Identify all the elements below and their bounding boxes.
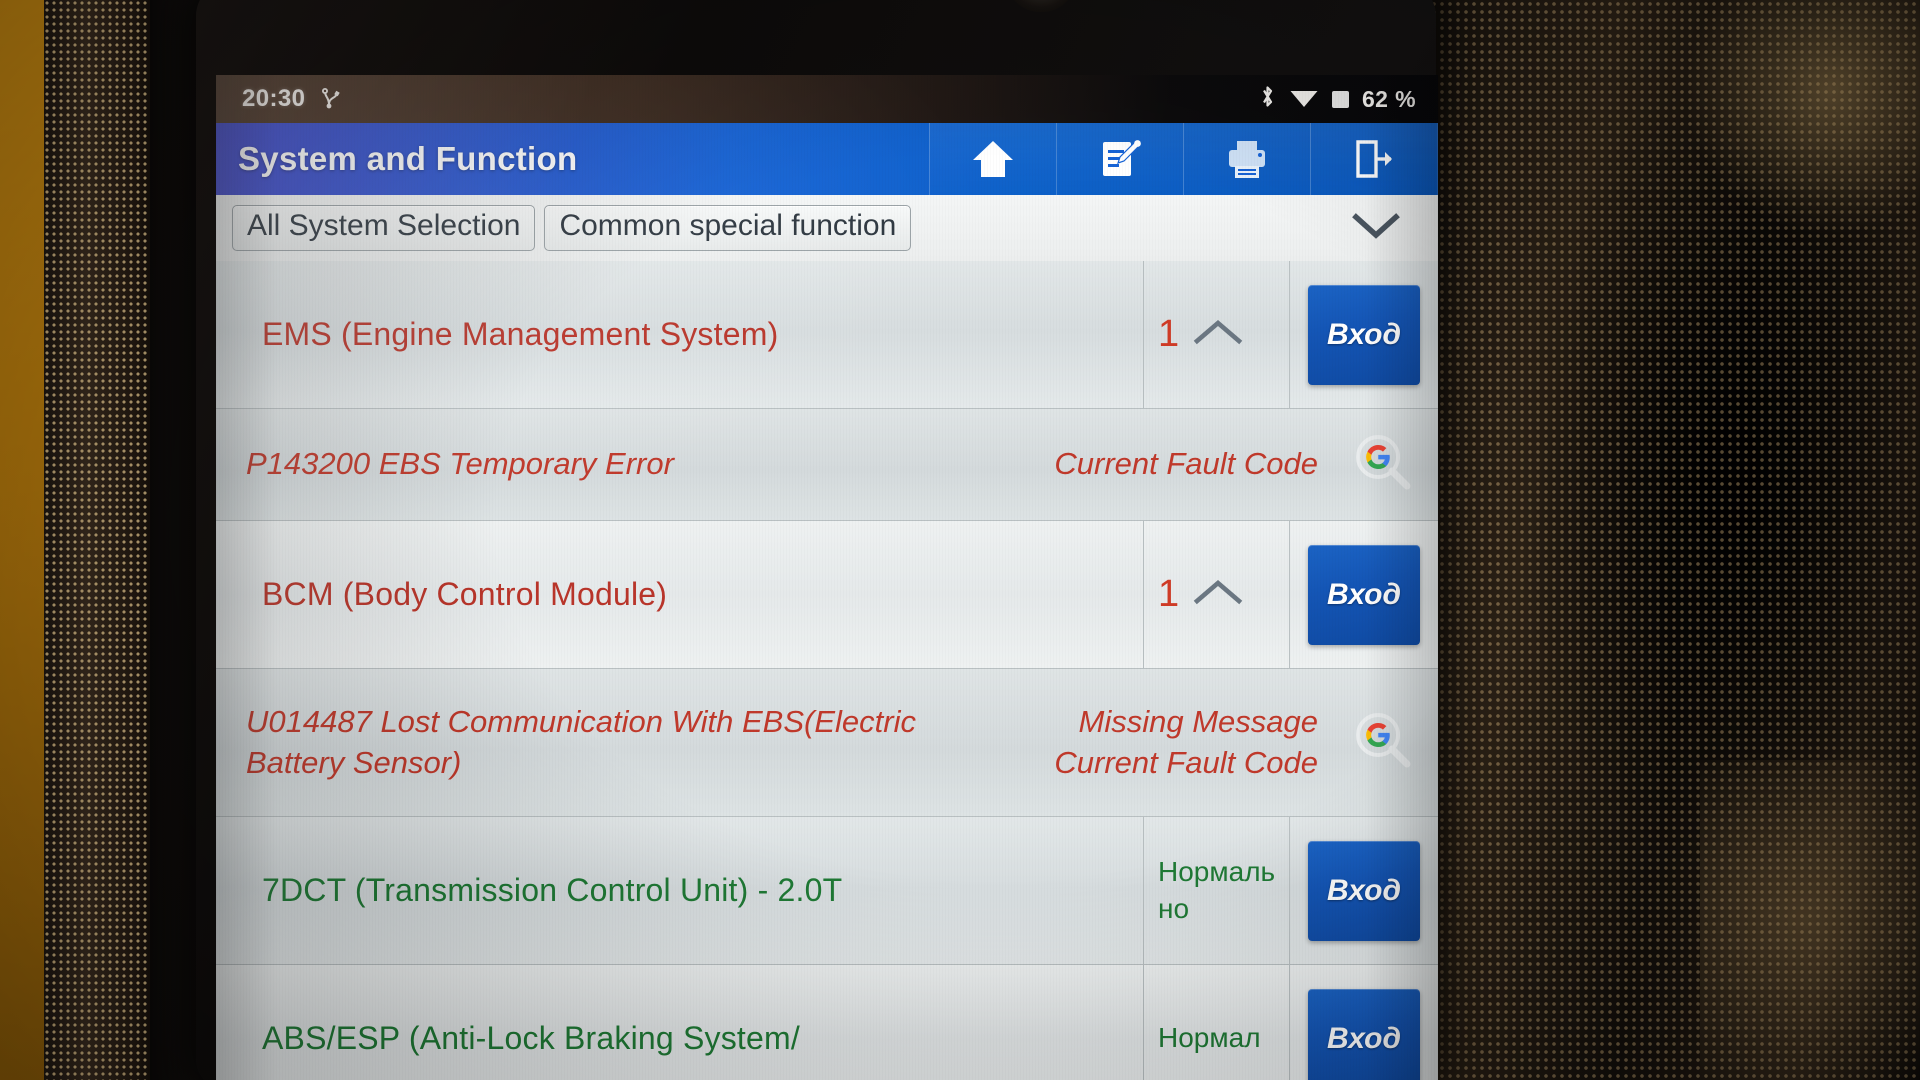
dtc-status-cell: Current Fault Code [976,409,1326,520]
table-row[interactable]: BCM (Body Control Module) 1 Вход [216,521,1438,669]
dtc-status-text: Current Fault Code [1054,446,1318,482]
status-bar-clock: 20:30 [242,85,306,112]
system-status-text: Нормально [1158,855,1276,924]
enter-button[interactable]: Вход [1308,988,1420,1080]
battery-percent-label: 62 % [1361,85,1416,112]
bluetooth-icon [1259,84,1276,114]
dtc-status-cell: Missing Message Current Fault Code [976,669,1326,816]
device-camera-notch [1006,0,1076,12]
dtc-status-line-1: Missing Message [1078,703,1318,739]
chevron-up-icon[interactable] [1191,575,1245,614]
chevron-down-icon [1350,209,1402,248]
google-search-icon [1349,429,1415,500]
dtc-code-text: P143200 EBS Temporary Error [246,446,674,482]
dtc-code-cell: P143200 EBS Temporary Error [216,409,976,520]
dtc-status-text: Missing Message Current Fault Code [1054,702,1318,784]
enter-button[interactable]: Вход [1308,284,1420,385]
system-name: ABS/ESP (Anti-Lock Braking System/ [262,1020,800,1056]
title-bar-spacer [577,123,929,195]
app-title-bar: System and Function [216,123,1438,195]
dtc-status-line-2: Current Fault Code [1054,744,1318,780]
system-action-cell: Вход [1290,261,1438,408]
dtc-code-text: U014487 Lost Communication With EBS(Elec… [246,703,916,780]
system-name: 7DCT (Transmission Control Unit) - 2.0T [262,872,843,908]
chevron-up-icon[interactable] [1191,315,1245,354]
exit-button[interactable] [1310,123,1438,195]
fault-count: 1 [1158,573,1180,615]
status-bar-indicators: 62 % [1259,84,1416,114]
dtc-search-button[interactable] [1326,669,1438,816]
table-row[interactable]: U014487 Lost Communication With EBS(Elec… [216,669,1438,817]
system-status-cell: Нормально [1144,817,1290,964]
system-name-cell: EMS (Engine Management System) [216,261,1144,408]
android-status-bar: 20:30 62 % [216,75,1438,123]
report-edit-icon [1097,136,1143,182]
home-icon [970,137,1016,181]
system-status-text: Нормал [1158,1022,1261,1054]
enter-button[interactable]: Вход [1308,544,1420,645]
tablet-screen: 20:30 62 % System and Function All Syste… [216,75,1438,1080]
tab-common-special-function[interactable]: Common special function [544,205,912,251]
system-name: EMS (Engine Management System) [262,316,779,352]
report-button[interactable] [1056,123,1183,195]
wifi-icon [1289,85,1319,114]
dtc-code-cell: U014487 Lost Communication With EBS(Elec… [216,669,976,816]
usb-icon [321,85,343,114]
function-tab-bar: All System Selection Common special func… [216,195,1438,261]
system-action-cell: Вход [1290,817,1438,964]
system-status-cell[interactable]: 1 [1144,261,1290,408]
tabs-dropdown-button[interactable] [1350,209,1402,248]
dtc-search-button[interactable] [1326,409,1438,520]
home-button[interactable] [929,123,1056,195]
system-action-cell: Вход [1290,521,1438,668]
tab-all-system-selection[interactable]: All System Selection [232,205,536,251]
battery-icon [1331,90,1349,108]
photo-scene: 20:30 62 % System and Function All Syste… [0,0,1920,1080]
exit-door-icon [1352,137,1396,181]
google-search-icon [1349,707,1415,778]
table-row[interactable]: EMS (Engine Management System) 1 Вход [216,261,1438,409]
print-button[interactable] [1183,123,1310,195]
table-row[interactable]: 7DCT (Transmission Control Unit) - 2.0T … [216,817,1438,965]
printer-icon [1224,137,1270,181]
system-status-cell[interactable]: 1 [1144,521,1290,668]
system-name: BCM (Body Control Module) [262,576,668,612]
system-name-cell: BCM (Body Control Module) [216,521,1144,668]
system-name-cell: 7DCT (Transmission Control Unit) - 2.0T [216,817,1144,964]
system-list: EMS (Engine Management System) 1 Вход P1… [216,261,1438,1080]
enter-button[interactable]: Вход [1308,840,1420,941]
table-row[interactable]: ABS/ESP (Anti-Lock Braking System/ Норма… [216,965,1438,1080]
background-mesh-left [44,0,164,1080]
system-name-cell: ABS/ESP (Anti-Lock Braking System/ [216,965,1144,1080]
system-action-cell: Вход [1290,965,1438,1080]
page-title: System and Function [238,140,578,177]
fault-count: 1 [1158,313,1180,355]
system-status-cell: Нормал [1144,965,1290,1080]
background-highlight-bottom-right [1700,760,1920,1080]
background-highlight-top-right [1680,0,1920,240]
table-row[interactable]: P143200 EBS Temporary Error Current Faul… [216,409,1438,521]
